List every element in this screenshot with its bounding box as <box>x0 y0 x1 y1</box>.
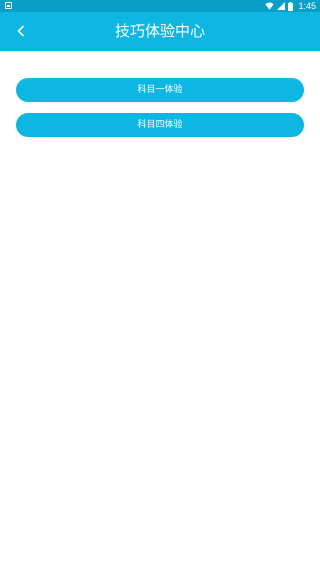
chevron-left-icon <box>17 25 24 37</box>
page-title: 技巧体验中心 <box>114 22 205 40</box>
signal-icon <box>277 2 286 10</box>
status-bar: 1:45 <box>0 0 320 12</box>
notification-icon <box>5 2 12 9</box>
battery-icon <box>288 1 294 11</box>
app-bar: 技巧体验中心 <box>0 12 320 51</box>
back-button[interactable] <box>8 18 34 44</box>
status-icons: 1:45 <box>265 0 316 12</box>
subject-four-experience-button[interactable]: 科目四体验 <box>16 113 304 137</box>
wifi-icon <box>265 2 275 10</box>
subject-one-experience-button[interactable]: 科目一体验 <box>16 78 304 102</box>
status-time: 1:45 <box>298 1 316 11</box>
